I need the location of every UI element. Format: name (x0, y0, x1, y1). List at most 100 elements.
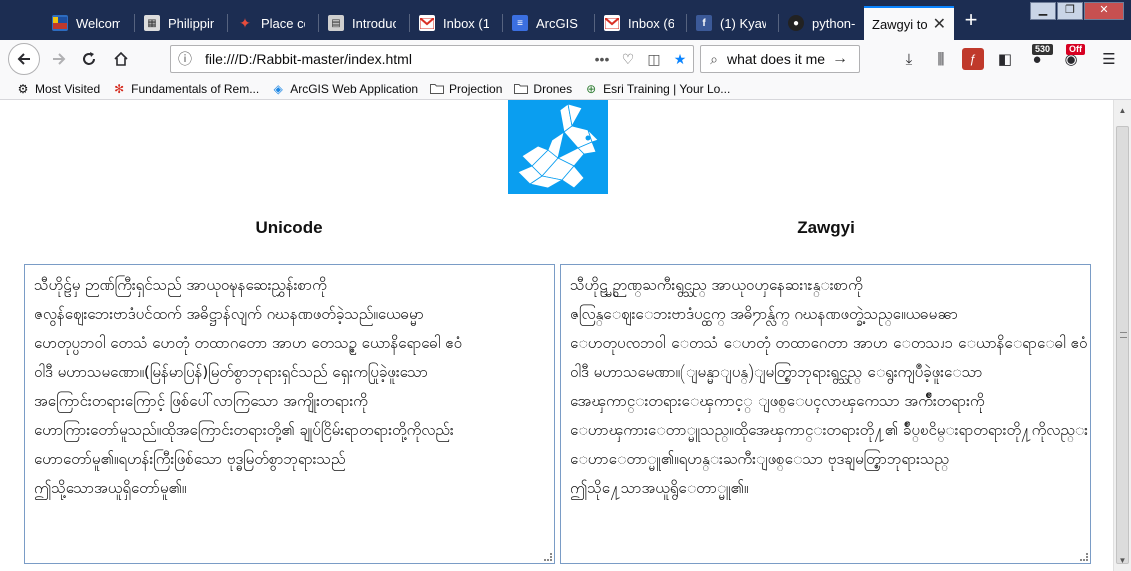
bookmark-star-icon[interactable]: ★ (667, 51, 693, 68)
text-line: ဤသို႔ေသာအယူရွိေတာ္မူ၏။ (570, 479, 749, 497)
page-icon: ▦ (144, 15, 160, 31)
text-line: ဇလွန်ဈေးဘေးဗာဒံပင်ထက် အဓိဋ္ဌာန်လျက် ဂဃနဏ… (34, 305, 424, 323)
text-line: ဟောတော်မူ၏။ရဟန်းကြီးဖြစ်သော ဗုဒ္ဓမြတ်စွာ… (34, 450, 346, 468)
bookmark-esri-training[interactable]: ⊕ Esri Training | Your Lo... (584, 82, 730, 96)
text-line: ေဟာၾကားေတာ္မူသည္။ထိုအေၾကာင္းတရားတို႔၏ ခ်… (570, 421, 1088, 439)
text-line: ေဟာေတာ္မူ၏။ရဟန္းႀကီးျဖစ္ေသာ ဗုဒၶျမတ္စြာဘ… (570, 450, 949, 468)
bookmark-label: Projection (449, 81, 503, 96)
github-icon: ● (788, 15, 804, 31)
bookmark-arcgis[interactable]: ◈ ArcGIS Web Application (271, 82, 418, 96)
reader-icon[interactable]: ◫ (641, 51, 667, 68)
globe-icon: ⊕ (586, 81, 597, 96)
tab-title: (1) Kyaw (720, 15, 766, 31)
home-button[interactable] (106, 44, 136, 74)
vertical-scrollbar[interactable]: ▲ ▼ (1113, 100, 1131, 571)
pocket-icon[interactable]: ♡ (615, 51, 641, 68)
tab-title: Inbox (16 (443, 15, 489, 31)
tab-inbox-64[interactable]: Inbox (64 (596, 6, 682, 40)
tab-title: Introduct (352, 15, 396, 31)
unicode-title: Unicode (255, 218, 323, 237)
bookmark-label: Fundamentals of Rem... (131, 81, 260, 96)
close-tab-icon[interactable]: ✕ (927, 14, 946, 34)
minimize-button[interactable]: ▁ (1030, 2, 1056, 20)
search-icon: ⌕ (710, 50, 718, 67)
tab-python[interactable]: ● python-r (780, 6, 864, 40)
text-line: ဟောကြားတော်မူသည်။ထိုအကြောင်းတရားတို့၏ ချ… (34, 421, 454, 439)
text-line: အေၾကာင္းတရားေၾကာင့္ ျဖစ္ေပၚလာၾကေသာ အက်ိဳ… (570, 392, 985, 410)
form-icon: ≡ (512, 15, 528, 31)
unicode-text: သီဟိုဠ်မှ ဉာဏ်ကြီးရှင်သည် အာယုဝဍ္ဎနဆေးညွ… (34, 271, 545, 503)
text-line: ဤသို့သောအယူရှိတော်မူ၏။ (34, 479, 187, 497)
tab-arcgis[interactable]: ≡ ArcGIS Er (504, 6, 590, 40)
tab-title: ArcGIS Er (536, 15, 582, 31)
url-text[interactable]: file:///D:/Rabbit-master/index.html (199, 51, 589, 67)
bookmark-fundamentals[interactable]: ✻ Fundamentals of Rem... (112, 82, 259, 96)
tab-place-code[interactable]: ✦ Place code (229, 6, 313, 40)
library-icon[interactable]: ⫼ (930, 48, 952, 70)
page-content: Unicode Zawgyi သီဟိုဠ်မှ ဉာဏ်ကြီးရှင်သည်… (0, 100, 1113, 571)
text-line: ေဟတုပၸဘဝါ ေတသံ ေဟတုံ တထာဂေတာ အာဟ ေတသၪၥ ေ… (570, 334, 1088, 352)
search-input[interactable] (727, 51, 827, 67)
tab-title: Inbox (64 (628, 15, 674, 31)
zawgyi-textarea[interactable]: သီဟိုဠ္မွ ဉာဏ္ႀကီးရွင္သည္ အာယုဝၯနေဆးၫႊန္… (560, 264, 1091, 564)
sidebar-icon[interactable]: ◧ (994, 48, 1016, 70)
facebook-icon: f (696, 15, 712, 31)
bookmark-label: ArcGIS Web Application (290, 81, 419, 96)
info-icon[interactable]: ⓘ (171, 49, 199, 69)
text-line: ဝါဒီ မဟာသမဏော။(မြန်မာပြန်)မြတ်စွာဘုရားရှ… (34, 363, 428, 381)
tab-zawgyi-active[interactable]: Zawgyi to ✕ (864, 6, 954, 40)
addon-badge: Off (1066, 44, 1085, 55)
folder-icon (514, 82, 529, 96)
pin-icon: ✦ (239, 14, 251, 31)
back-button[interactable] (8, 43, 40, 75)
scroll-down-icon[interactable]: ▼ (1114, 552, 1131, 569)
zawgyi-text: သီဟိုဠ္မွ ဉာဏ္ႀကီးရွင္သည္ အာယုဝၯနေဆးၫႊန္… (570, 271, 1088, 503)
address-bar[interactable]: ⓘ file:///D:/Rabbit-master/index.html ••… (170, 45, 694, 73)
zawgyi-title: Zawgyi (797, 218, 855, 237)
tab-title: Place code (261, 15, 305, 31)
maple-leaf-icon: ✻ (114, 81, 125, 96)
close-window-button[interactable]: ✕ (1084, 2, 1124, 20)
resize-handle-icon[interactable] (1080, 553, 1088, 561)
tab-philippine[interactable]: ▦ Philippine (136, 6, 222, 40)
resize-handle-icon[interactable] (544, 553, 552, 561)
text-line: ဝါဒီ မဟာသမေဏာ။(ျမန္မာျပန္)ျမတ္စြာဘုရားရွ… (570, 363, 983, 381)
arcgis-icon: ◈ (273, 81, 283, 96)
bookmark-projection[interactable]: Projection (430, 82, 502, 96)
new-tab-button[interactable]: + (958, 8, 984, 34)
gear-icon: ⚙ (17, 81, 29, 96)
maximize-button[interactable]: ❐ (1057, 2, 1083, 20)
flash-icon[interactable]: ƒ (962, 48, 984, 70)
tab-inbox-16[interactable]: Inbox (16 (411, 6, 497, 40)
scroll-up-icon[interactable]: ▲ (1114, 102, 1131, 119)
text-line: ဟေတုပ္ပဘဝါ တေသံ ဟေတုံ တထာဂတော အာဟ တေသဉ္စ… (34, 334, 463, 352)
extension-badge: 530 (1032, 44, 1054, 55)
tab-title: Zawgyi to (872, 16, 927, 32)
reload-button[interactable] (74, 44, 104, 74)
rabbit-logo (508, 100, 608, 194)
folder-icon (430, 82, 445, 96)
tab-welcome[interactable]: Welcome (44, 6, 128, 40)
search-go-icon[interactable]: → (827, 50, 853, 68)
gmail-icon (604, 15, 620, 31)
bookmark-label: Most Visited (35, 81, 101, 96)
text-line: သီဟိုဠ်မှ ဉာဏ်ကြီးရှင်သည် အာယုဝဍ္ဎနဆေးညွ… (34, 276, 327, 294)
page-actions-icon[interactable]: ••• (589, 51, 615, 67)
bookmark-drones[interactable]: Drones (514, 82, 572, 96)
bookmark-label: Esri Training | Your Lo... (603, 81, 731, 96)
scroll-thumb[interactable] (1116, 126, 1129, 564)
forward-button[interactable] (44, 44, 74, 74)
downloads-icon[interactable]: ⤓ (898, 48, 920, 70)
tab-facebook[interactable]: f (1) Kyaw (688, 6, 774, 40)
gmail-icon (419, 15, 435, 31)
menu-icon[interactable]: ☰ (1098, 48, 1120, 70)
tab-strip: Welcome ▦ Philippine ✦ Place code ▤ Intr… (0, 0, 1131, 40)
bookmark-most-visited[interactable]: ⚙ Most Visited (16, 81, 101, 96)
tab-introduct[interactable]: ▤ Introduct (320, 6, 404, 40)
tab-title: Welcome (76, 15, 120, 31)
unicode-textarea[interactable]: သီဟိုဠ်မှ ဉာဏ်ကြီးရှင်သည် အာယုဝဍ္ဎနဆေးညွ… (24, 264, 555, 564)
text-line: သီဟိုဠ္မွ ဉာဏ္ႀကီးရွင္သည္ အာယုဝၯနေဆးၫႊန္… (570, 276, 863, 294)
search-bar[interactable]: ⌕ → (700, 45, 860, 73)
bookmarks-toolbar: ⚙ Most Visited ✻ Fundamentals of Rem... … (0, 78, 1131, 100)
tab-title: python-r (812, 15, 856, 31)
